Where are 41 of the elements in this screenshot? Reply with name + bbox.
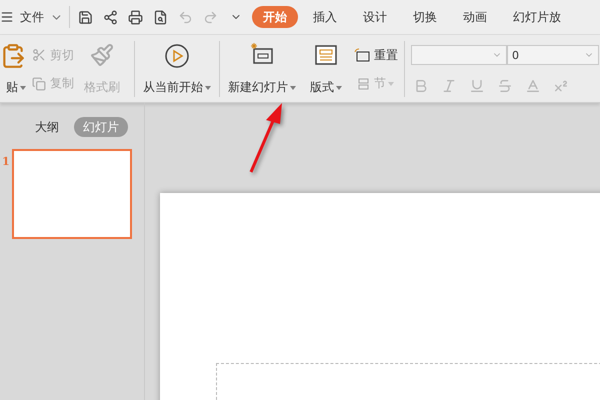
copy-icon [32, 76, 46, 91]
font-size-field[interactable]: 0 [507, 45, 599, 66]
play-button[interactable]: 从当前开始 [135, 41, 219, 98]
printer-icon [128, 10, 143, 24]
reset-icon [354, 48, 370, 62]
caret-icon [388, 82, 394, 86]
undo-icon [178, 10, 193, 24]
caret-icon [20, 86, 26, 90]
layout-icon [314, 43, 338, 67]
ribbon-tab[interactable]: 动画 [452, 6, 498, 28]
font-name-field[interactable] [411, 45, 507, 66]
play-icon [164, 43, 190, 69]
caret-icon [336, 86, 342, 90]
share-icon [103, 10, 118, 24]
ribbon-tab[interactable]: 设计 [352, 6, 398, 28]
new-slide-icon [249, 43, 275, 67]
ribbon-tab[interactable]: 插入 [302, 6, 348, 28]
menu-icon[interactable] [0, 10, 14, 24]
toolbar-button[interactable] [126, 10, 145, 24]
redo-icon [203, 10, 218, 24]
file-menu[interactable]: 文件 [20, 8, 44, 26]
caret-icon [205, 86, 211, 90]
slide-thumbnail[interactable] [12, 149, 132, 239]
underline-icon [469, 78, 485, 94]
save-icon [78, 10, 93, 24]
layout-button[interactable]: 版式 [304, 41, 348, 98]
superscript-icon [553, 78, 569, 94]
reset-button[interactable]: 重置 [354, 44, 398, 66]
slide-number: 1 [2, 155, 10, 168]
font-color-icon [525, 78, 541, 94]
paste-button[interactable]: 贴 [0, 41, 26, 98]
new-slide-button[interactable]: 新建幻灯片 [220, 41, 304, 98]
ribbon-tab[interactable]: 幻灯片放 [502, 6, 572, 28]
italic-icon [441, 78, 457, 94]
paintbrush-icon [90, 43, 114, 67]
search-document-icon [153, 10, 168, 24]
panel-tab[interactable]: 大纲 [26, 117, 68, 137]
scissors-icon [32, 48, 46, 62]
ribbon-tab[interactable]: 切换 [402, 6, 448, 28]
strikethrough-icon [497, 78, 513, 94]
caret-icon [290, 86, 296, 90]
